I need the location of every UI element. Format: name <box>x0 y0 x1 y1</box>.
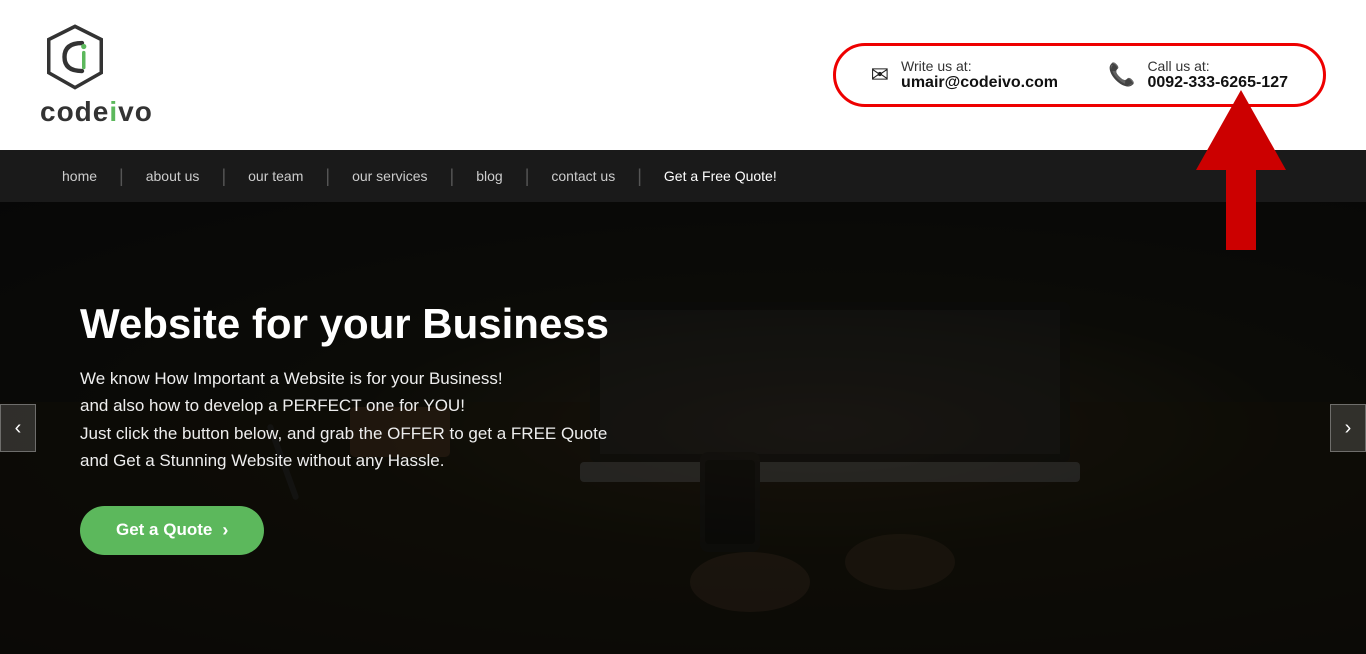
get-quote-label: Get a Quote <box>116 520 212 540</box>
get-quote-button[interactable]: Get a Quote › <box>80 506 264 555</box>
logo[interactable]: codeivo <box>40 22 153 128</box>
phone-contact: 📞 Call us at: 0092-333-6265-127 <box>1108 58 1288 92</box>
hero-title: Website for your Business <box>80 301 609 347</box>
get-quote-arrow-icon: › <box>222 520 228 541</box>
nav-link-about[interactable]: about us <box>124 150 222 202</box>
email-icon: ✉ <box>871 62 889 88</box>
hero-body: We know How Important a Website is for y… <box>80 365 609 474</box>
email-value: umair@codeivo.com <box>901 74 1058 92</box>
hero-body-line4: and Get a Stunning Website without any H… <box>80 451 444 470</box>
email-label: Write us at: <box>901 58 1058 74</box>
carousel-next-button[interactable]: › <box>1330 404 1366 452</box>
nav-item-services[interactable]: our services <box>330 150 449 202</box>
contact-info-area: ✉ Write us at: umair@codeivo.com 📞 Call … <box>833 43 1326 107</box>
phone-label: Call us at: <box>1147 58 1288 74</box>
nav-item-blog[interactable]: blog <box>454 150 524 202</box>
carousel-prev-button[interactable]: ‹ <box>0 404 36 452</box>
logo-icon <box>40 22 110 92</box>
nav-link-free-quote[interactable]: Get a Free Quote! <box>642 150 799 202</box>
nav-link-team[interactable]: our team <box>226 150 325 202</box>
hero-body-line3: Just click the button below, and grab th… <box>80 424 607 443</box>
nav-link-home[interactable]: home <box>40 150 119 202</box>
hero-content: Website for your Business We know How Im… <box>0 301 609 555</box>
hero-body-line2: and also how to develop a PERFECT one fo… <box>80 396 465 415</box>
logo-text: codeivo <box>40 96 153 128</box>
nav-item-quote[interactable]: Get a Free Quote! <box>642 150 799 202</box>
nav-item-team[interactable]: our team <box>226 150 325 202</box>
email-contact: ✉ Write us at: umair@codeivo.com <box>871 58 1058 92</box>
nav-link-services[interactable]: our services <box>330 150 449 202</box>
main-navbar: home | about us | our team | our service… <box>0 150 1366 202</box>
hero-section: ‹ Website for your Business We know How … <box>0 202 1366 654</box>
nav-item-about[interactable]: about us <box>124 150 222 202</box>
phone-value: 0092-333-6265-127 <box>1147 74 1288 92</box>
nav-item-contact[interactable]: contact us <box>529 150 637 202</box>
site-header: codeivo ✉ Write us at: umair@codeivo.com… <box>0 0 1366 150</box>
nav-item-home[interactable]: home <box>40 150 119 202</box>
hero-body-line1: We know How Important a Website is for y… <box>80 369 503 388</box>
nav-link-contact[interactable]: contact us <box>529 150 637 202</box>
nav-link-blog[interactable]: blog <box>454 150 524 202</box>
phone-icon: 📞 <box>1108 62 1135 88</box>
